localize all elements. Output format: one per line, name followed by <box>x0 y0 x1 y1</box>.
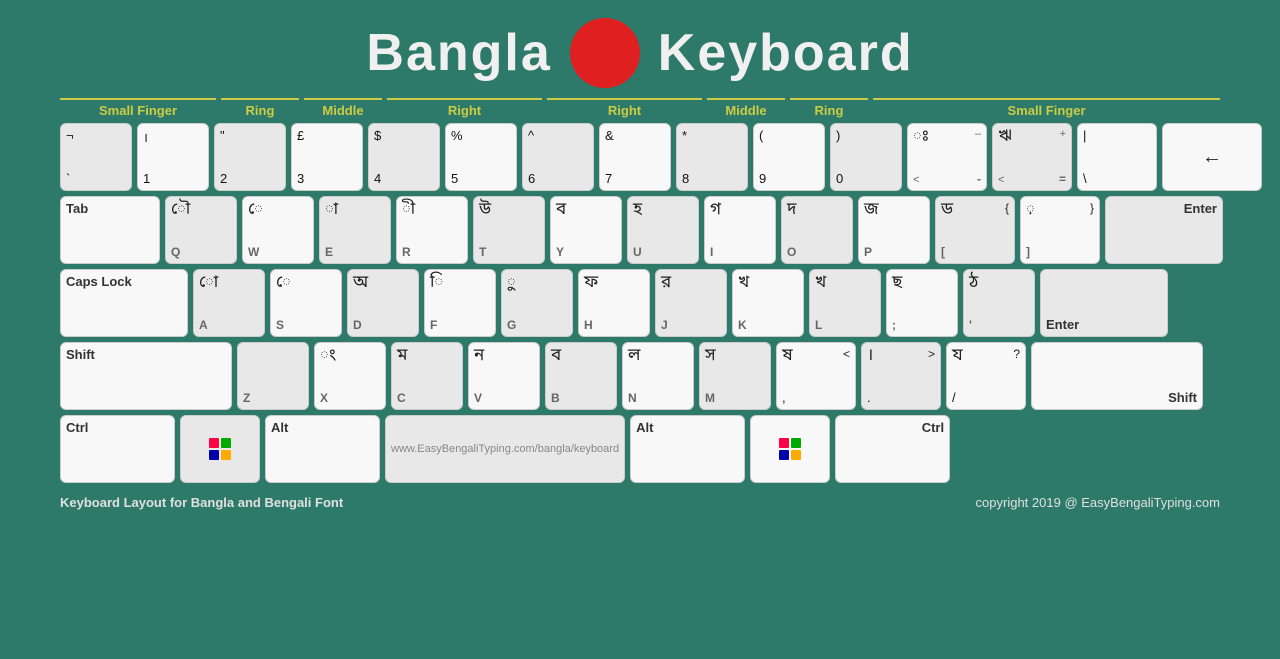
key-7[interactable]: & 7 <box>599 123 671 191</box>
key-k[interactable]: খ K <box>732 269 804 337</box>
windows-icon-right <box>779 438 801 460</box>
finger-label-right-right: Right <box>547 98 702 118</box>
key-y[interactable]: ব Y <box>550 196 622 264</box>
key-shift-right[interactable]: Shift <box>1031 342 1203 410</box>
bangladesh-flag-circle <box>570 18 640 88</box>
footer: Keyboard Layout for Bangla and Bengali F… <box>0 487 1280 510</box>
key-capslock[interactable]: Caps Lock <box>60 269 188 337</box>
key-h[interactable]: ফ H <box>578 269 650 337</box>
zxcv-row: Shift Z ং X ম C ন V ব B ল N স M <box>60 342 1203 410</box>
qwerty-row: Tab ৌ Q ে W া E ী R উ T ব Y হ U <box>60 196 1223 264</box>
key-comma[interactable]: ষ< , <box>776 342 856 410</box>
key-s[interactable]: ে S <box>270 269 342 337</box>
key-win-right[interactable] <box>750 415 830 483</box>
key-0[interactable]: ) 0 <box>830 123 902 191</box>
header: Bangla Keyboard <box>0 0 1280 98</box>
finger-label-ring-left: Ring <box>221 98 299 118</box>
key-e[interactable]: া E <box>319 196 391 264</box>
key-n[interactable]: ল N <box>622 342 694 410</box>
key-4[interactable]: $ 4 <box>368 123 440 191</box>
key-6[interactable]: ^ 6 <box>522 123 594 191</box>
asdf-row: Caps Lock ো A ে S অ D ি F ু G ফ H র J <box>60 269 1168 337</box>
key-semicolon[interactable]: ছ ; <box>886 269 958 337</box>
finger-label-middle-left: Middle <box>304 98 382 118</box>
key-shift-left[interactable]: Shift <box>60 342 232 410</box>
key-backslash-top[interactable]: | \ <box>1077 123 1157 191</box>
space-url: www.EasyBengaliTyping.com/bangla/keyboar… <box>391 443 619 455</box>
key-b[interactable]: ব B <box>545 342 617 410</box>
key-9[interactable]: ( 9 <box>753 123 825 191</box>
key-2[interactable]: " 2 <box>214 123 286 191</box>
key-alt-left[interactable]: Alt <box>265 415 380 483</box>
finger-label-small-finger-right: Small Finger <box>873 98 1220 118</box>
windows-icon-left <box>209 438 231 460</box>
finger-label-right-left: Right <box>387 98 542 118</box>
finger-labels: Small Finger Ring Middle Right Right Mid… <box>0 98 1280 118</box>
key-v[interactable]: ন V <box>468 342 540 410</box>
key-z[interactable]: Z <box>237 342 309 410</box>
key-close-bracket[interactable]: ়} ] <box>1020 196 1100 264</box>
key-j[interactable]: র J <box>655 269 727 337</box>
key-8[interactable]: * 8 <box>676 123 748 191</box>
key-w[interactable]: ে W <box>242 196 314 264</box>
footer-right: copyright 2019 @ EasyBengaliTyping.com <box>976 495 1220 510</box>
key-u[interactable]: হ U <box>627 196 699 264</box>
key-o[interactable]: দ O <box>781 196 853 264</box>
number-row: ¬ ` । 1 " 2 £ 3 $ 4 % 5 ^ 6 & 7 <box>60 123 1262 191</box>
key-f[interactable]: ি F <box>424 269 496 337</box>
keyboard: ¬ ` । 1 " 2 £ 3 $ 4 % 5 ^ 6 & 7 <box>0 123 1280 483</box>
key-r[interactable]: ী R <box>396 196 468 264</box>
finger-label-small-finger-left: Small Finger <box>60 98 216 118</box>
key-alt-right[interactable]: Alt <box>630 415 745 483</box>
key-space[interactable]: www.EasyBengaliTyping.com/bangla/keyboar… <box>385 415 625 483</box>
key-enter-right[interactable]: Enter <box>1040 269 1168 337</box>
finger-label-ring-right: Ring <box>790 98 868 118</box>
key-period[interactable]: ।> . <box>861 342 941 410</box>
key-g[interactable]: ু G <box>501 269 573 337</box>
key-ctrl-left[interactable]: Ctrl <box>60 415 175 483</box>
key-a[interactable]: ো A <box>193 269 265 337</box>
key-q[interactable]: ৌ Q <box>165 196 237 264</box>
key-m[interactable]: স M <box>699 342 771 410</box>
bottom-row: Ctrl Alt www.EasyBengaliTyping.com/bangl… <box>60 415 950 483</box>
key-d[interactable]: অ D <box>347 269 419 337</box>
key-tab[interactable]: Tab <box>60 196 160 264</box>
key-equals[interactable]: ঋ+ <= <box>992 123 1072 191</box>
key-apostrophe[interactable]: ঠ ' <box>963 269 1035 337</box>
title-left: Bangla <box>366 23 551 83</box>
key-c[interactable]: ম C <box>391 342 463 410</box>
finger-label-middle-right: Middle <box>707 98 785 118</box>
key-5[interactable]: % 5 <box>445 123 517 191</box>
key-win-left[interactable] <box>180 415 260 483</box>
key-slash[interactable]: য? / <box>946 342 1026 410</box>
key-minus[interactable]: ঃ– <- <box>907 123 987 191</box>
key-ctrl-right[interactable]: Ctrl <box>835 415 950 483</box>
footer-left: Keyboard Layout for Bangla and Bengali F… <box>60 495 343 510</box>
key-1[interactable]: । 1 <box>137 123 209 191</box>
key-x[interactable]: ং X <box>314 342 386 410</box>
key-p[interactable]: জ P <box>858 196 930 264</box>
key-enter[interactable]: Enter <box>1105 196 1223 264</box>
key-t[interactable]: উ T <box>473 196 545 264</box>
key-l[interactable]: খ L <box>809 269 881 337</box>
key-3[interactable]: £ 3 <box>291 123 363 191</box>
key-backtick[interactable]: ¬ ` <box>60 123 132 191</box>
title-right: Keyboard <box>658 23 914 83</box>
key-open-bracket[interactable]: ড{ [ <box>935 196 1015 264</box>
key-backspace[interactable]: ← <box>1162 123 1262 191</box>
key-i[interactable]: গ I <box>704 196 776 264</box>
